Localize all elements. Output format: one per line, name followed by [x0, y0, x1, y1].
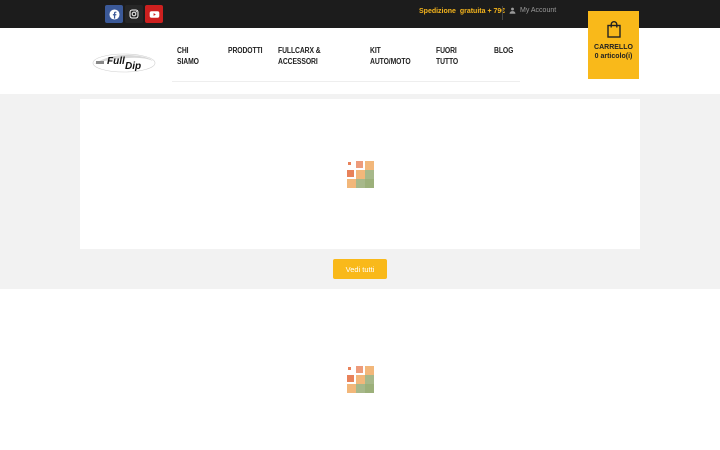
loading-spinner-icon [347, 366, 375, 394]
instagram-icon[interactable] [125, 5, 143, 23]
user-icon [509, 7, 516, 14]
my-account-link[interactable]: My Account [509, 7, 556, 14]
cart-button[interactable]: CARRELLO 0 articolo(i) [588, 11, 639, 79]
full-dip-logo[interactable]: Full Dip [90, 49, 156, 79]
svg-text:Dip: Dip [125, 61, 141, 72]
nav-kit-auto-moto[interactable]: KIT AUTO/MOTO [370, 45, 411, 67]
nav-fullcarx-accessori[interactable]: FULLCARX & ACCESSORI [278, 45, 321, 67]
nav-prodotti[interactable]: PRODOTTI [228, 45, 263, 56]
nav-divider [172, 81, 520, 82]
cart-count: 0 articolo(i) [594, 53, 633, 60]
svg-text:Full: Full [107, 56, 125, 67]
nav-fuori-tutto[interactable]: FUORI TUTTO [436, 45, 458, 67]
free-shipping-text: Spedizione gratuita + 79€ [419, 8, 506, 15]
view-all-button[interactable]: Vedi tutti [333, 259, 387, 279]
topbar-divider [502, 6, 503, 20]
my-account-label: My Account [520, 7, 557, 14]
facebook-icon[interactable] [105, 5, 123, 23]
nav-blog[interactable]: BLOG [494, 45, 513, 56]
cart-label: CARRELLO [594, 44, 633, 51]
loading-spinner-icon [347, 161, 375, 189]
youtube-icon[interactable] [145, 5, 163, 23]
nav-chi-siamo[interactable]: CHI SIAMO [177, 45, 199, 67]
shopping-bag-icon [606, 21, 621, 38]
